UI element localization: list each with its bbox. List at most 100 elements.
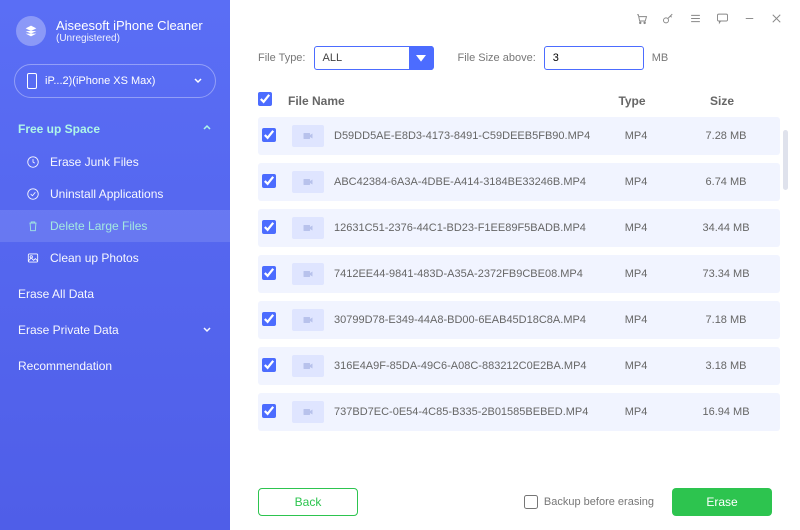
chevron-down-icon bbox=[202, 323, 212, 337]
row-checkbox[interactable] bbox=[262, 174, 276, 188]
backup-option[interactable]: Backup before erasing bbox=[524, 495, 654, 509]
app-icon bbox=[16, 16, 46, 46]
table-header: File Name Type Size bbox=[230, 84, 800, 117]
table-row[interactable]: 30799D78-E349-44A8-BD00-6EAB45D18C8A.MP4… bbox=[258, 301, 780, 339]
nav-label: Recommendation bbox=[18, 359, 112, 373]
file-name: 737BD7EC-0E54-4C85-B335-2B01585BEBED.MP4 bbox=[334, 406, 596, 418]
file-name: 7412EE44-9841-483D-A35A-2372FB9CBE08.MP4 bbox=[334, 268, 596, 280]
nav-erase-junk-files[interactable]: Erase Junk Files bbox=[0, 146, 230, 178]
dropdown-arrow-icon bbox=[409, 46, 433, 70]
nav-head-label: Free up Space bbox=[18, 122, 100, 136]
table-row[interactable]: 316E4A9F-85DA-49C6-A08C-883212C0E2BA.MP4… bbox=[258, 347, 780, 385]
clock-icon bbox=[26, 155, 40, 169]
file-type: MP4 bbox=[596, 406, 676, 418]
file-type-value: ALL bbox=[323, 52, 343, 64]
nav-label: Erase Private Data bbox=[18, 323, 119, 337]
menu-icon[interactable] bbox=[688, 11, 703, 29]
video-thumb-icon bbox=[292, 263, 324, 285]
close-icon[interactable] bbox=[769, 11, 784, 29]
nav-free-up-space[interactable]: Free up Space bbox=[0, 112, 230, 146]
device-selector[interactable]: iP...2)(iPhone XS Max) bbox=[14, 64, 216, 98]
video-thumb-icon bbox=[292, 125, 324, 147]
file-name: 30799D78-E349-44A8-BD00-6EAB45D18C8A.MP4 bbox=[334, 314, 596, 326]
col-type: Type bbox=[592, 94, 672, 108]
footer: Back Backup before erasing Erase bbox=[230, 478, 800, 530]
nav-label: Clean up Photos bbox=[50, 251, 139, 265]
chevron-up-icon bbox=[202, 122, 212, 136]
select-all-checkbox[interactable] bbox=[258, 92, 272, 106]
file-size: 16.94 MB bbox=[676, 406, 776, 418]
backup-checkbox[interactable] bbox=[524, 495, 538, 509]
video-thumb-icon bbox=[292, 355, 324, 377]
file-type-label: File Type: bbox=[258, 52, 306, 64]
video-thumb-icon bbox=[292, 309, 324, 331]
file-type: MP4 bbox=[596, 268, 676, 280]
file-name: ABC42384-6A3A-4DBE-A414-3184BE33246B.MP4 bbox=[334, 176, 596, 188]
row-checkbox[interactable] bbox=[262, 220, 276, 234]
mb-label: MB bbox=[652, 52, 669, 64]
nav-recommendation[interactable]: Recommendation bbox=[0, 350, 230, 382]
col-size: Size bbox=[672, 94, 772, 108]
file-name: 316E4A9F-85DA-49C6-A08C-883212C0E2BA.MP4 bbox=[334, 360, 596, 372]
row-checkbox[interactable] bbox=[262, 312, 276, 326]
file-size: 7.28 MB bbox=[676, 130, 776, 142]
file-size: 73.34 MB bbox=[676, 268, 776, 280]
file-type-dropdown[interactable]: ALL bbox=[314, 46, 434, 70]
file-size: 6.74 MB bbox=[676, 176, 776, 188]
nav-label: Erase All Data bbox=[18, 287, 94, 301]
file-size-input[interactable] bbox=[544, 46, 644, 70]
back-button[interactable]: Back bbox=[258, 488, 358, 516]
nav-delete-large-files[interactable]: Delete Large Files bbox=[0, 210, 230, 242]
nav-erase-all-data[interactable]: Erase All Data bbox=[0, 278, 230, 310]
file-type: MP4 bbox=[596, 360, 676, 372]
table-row[interactable]: 737BD7EC-0E54-4C85-B335-2B01585BEBED.MP4… bbox=[258, 393, 780, 431]
app-title: Aiseesoft iPhone Cleaner bbox=[56, 18, 203, 34]
row-checkbox[interactable] bbox=[262, 128, 276, 142]
feedback-icon[interactable] bbox=[715, 11, 730, 29]
nav-uninstall-applications[interactable]: Uninstall Applications bbox=[0, 178, 230, 210]
row-checkbox[interactable] bbox=[262, 358, 276, 372]
registration-status: (Unregistered) bbox=[56, 33, 203, 44]
file-name: D59DD5AE-E8D3-4173-8491-C59DEEB5FB90.MP4 bbox=[334, 130, 596, 142]
table-row[interactable]: 7412EE44-9841-483D-A35A-2372FB9CBE08.MP4… bbox=[258, 255, 780, 293]
file-size: 3.18 MB bbox=[676, 360, 776, 372]
file-size-label: File Size above: bbox=[458, 52, 536, 64]
minimize-icon[interactable] bbox=[742, 11, 757, 29]
nav-clean-up-photos[interactable]: Clean up Photos bbox=[0, 242, 230, 274]
scrollbar[interactable] bbox=[783, 130, 788, 190]
sidebar: Aiseesoft iPhone Cleaner (Unregistered) … bbox=[0, 0, 230, 530]
video-thumb-icon bbox=[292, 171, 324, 193]
file-size: 34.44 MB bbox=[676, 222, 776, 234]
col-file-name: File Name bbox=[288, 94, 592, 108]
file-type: MP4 bbox=[596, 130, 676, 142]
trash-icon bbox=[26, 219, 40, 233]
backup-label: Backup before erasing bbox=[544, 496, 654, 508]
file-type: MP4 bbox=[596, 222, 676, 234]
phone-icon bbox=[27, 73, 37, 89]
nav-label: Uninstall Applications bbox=[50, 187, 163, 201]
file-name: 12631C51-2376-44C1-BD23-F1EE89F5BADB.MP4 bbox=[334, 222, 596, 234]
video-thumb-icon bbox=[292, 217, 324, 239]
video-thumb-icon bbox=[292, 401, 324, 423]
nav-erase-private-data[interactable]: Erase Private Data bbox=[0, 314, 230, 346]
table-row[interactable]: 12631C51-2376-44C1-BD23-F1EE89F5BADB.MP4… bbox=[258, 209, 780, 247]
row-checkbox[interactable] bbox=[262, 266, 276, 280]
erase-button[interactable]: Erase bbox=[672, 488, 772, 516]
nav-label: Erase Junk Files bbox=[50, 155, 139, 169]
brand: Aiseesoft iPhone Cleaner (Unregistered) bbox=[0, 12, 230, 60]
nav-label: Delete Large Files bbox=[50, 219, 147, 233]
titlebar bbox=[230, 0, 800, 40]
main-panel: File Type: ALL File Size above: MB File … bbox=[230, 0, 800, 530]
filter-bar: File Type: ALL File Size above: MB bbox=[230, 40, 800, 84]
table-row[interactable]: ABC42384-6A3A-4DBE-A414-3184BE33246B.MP4… bbox=[258, 163, 780, 201]
table-row[interactable]: D59DD5AE-E8D3-4173-8491-C59DEEB5FB90.MP4… bbox=[258, 117, 780, 155]
cart-icon[interactable] bbox=[634, 11, 649, 29]
photo-icon bbox=[26, 251, 40, 265]
row-checkbox[interactable] bbox=[262, 404, 276, 418]
file-size: 7.18 MB bbox=[676, 314, 776, 326]
chevron-down-icon bbox=[193, 75, 203, 88]
key-icon[interactable] bbox=[661, 11, 676, 29]
file-type: MP4 bbox=[596, 314, 676, 326]
apps-icon bbox=[26, 187, 40, 201]
file-list: D59DD5AE-E8D3-4173-8491-C59DEEB5FB90.MP4… bbox=[230, 117, 800, 478]
